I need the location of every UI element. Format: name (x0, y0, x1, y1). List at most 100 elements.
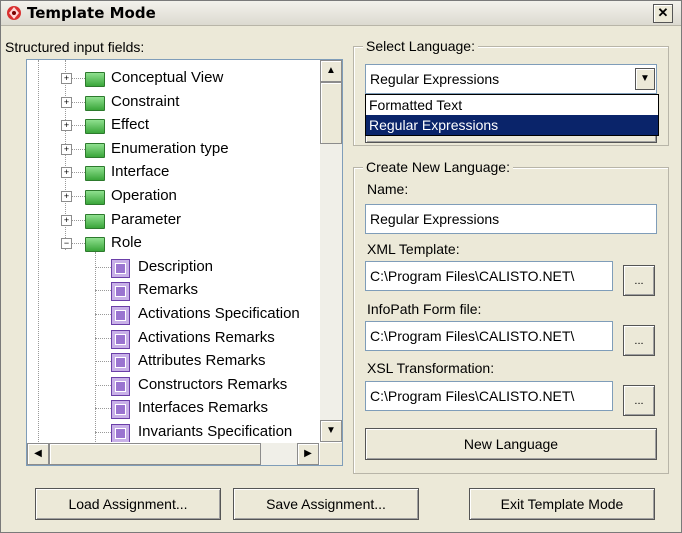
select-language-label: Select Language: (363, 38, 478, 54)
chevron-down-icon[interactable]: ▼ (635, 68, 655, 90)
folder-icon (85, 142, 105, 158)
structured-fields-label: Structured input fields: (5, 39, 145, 55)
tree-row[interactable]: Attributes Remarks (27, 351, 319, 373)
tree-item-label: Activations Specification (138, 305, 300, 322)
scroll-left-icon[interactable]: ◀ (27, 443, 49, 465)
language-dropdown-list[interactable]: Formatted Text Regular Expressions (365, 94, 659, 136)
field-doc-icon (111, 329, 130, 349)
name-field[interactable]: Regular Expressions (365, 204, 657, 234)
exit-template-mode-button[interactable]: Exit Template Mode (469, 488, 655, 520)
tree-row[interactable]: Interfaces Remarks (27, 398, 319, 420)
tree-row[interactable]: Invariants Specification (27, 422, 319, 442)
xml-template-field[interactable]: C:\Program Files\CALISTO.NET\ (365, 261, 613, 291)
tree-vertical-scrollbar[interactable]: ▲ ▼ (320, 60, 342, 442)
tree-guide-line (71, 148, 85, 150)
tree-item-label: Enumeration type (111, 139, 229, 157)
folder-icon (85, 72, 105, 87)
tree-item-label: Interfaces Remarks (138, 399, 269, 417)
tree-row[interactable]: + Operation (27, 186, 319, 208)
language-option-selected[interactable]: Regular Expressions (366, 115, 658, 135)
new-language-button[interactable]: New Language (365, 428, 657, 460)
name-label: Name: (367, 181, 409, 197)
scroll-corner (320, 443, 342, 465)
tree-item-label: Remarks (138, 281, 199, 299)
template-mode-window: Template Mode ✕ Structured input fields:… (0, 0, 682, 533)
title-bar: Template Mode ✕ (1, 1, 681, 26)
browse-xml-button[interactable]: ... (623, 265, 655, 296)
save-assignment-button[interactable]: Save Assignment... (233, 488, 419, 520)
tree-row[interactable]: Remarks (27, 280, 319, 302)
tree-row[interactable]: + Effect (27, 115, 319, 137)
tree-guide-line (95, 361, 111, 363)
tree-guide-line (95, 384, 111, 386)
scroll-up-icon[interactable]: ▲ (320, 60, 342, 82)
window-title: Template Mode (27, 4, 156, 22)
tree-item-label: Conceptual View (111, 69, 224, 86)
tree-row[interactable]: + Interface (27, 162, 319, 184)
tree-guide-line (95, 290, 111, 292)
field-doc-icon (111, 353, 130, 373)
tree-guide-line (95, 314, 111, 315)
tree-item-label: Constraint (111, 92, 180, 110)
language-option[interactable]: Formatted Text (366, 95, 658, 115)
load-assignment-button[interactable]: Load Assignment... (35, 488, 221, 520)
tree-row[interactable]: Description (27, 257, 319, 279)
tree-row[interactable]: Constructors Remarks (27, 375, 319, 397)
browse-xsl-button[interactable]: ... (623, 385, 655, 416)
tree-item-label: Effect (111, 116, 150, 134)
tree-horizontal-scrollbar[interactable]: ◀ ▶ (27, 443, 319, 465)
folder-icon (85, 95, 105, 111)
tree-item-label: Description (138, 257, 214, 275)
expand-icon[interactable]: + (61, 96, 72, 108)
tree-item-label: Activations Remarks (138, 328, 275, 346)
template-mode-app-icon (7, 6, 21, 20)
folder-icon (85, 190, 105, 205)
tree-guide-line (71, 78, 85, 79)
xsl-label: XSL Transformation: (367, 360, 495, 376)
infopath-field[interactable]: C:\Program Files\CALISTO.NET\ (365, 321, 613, 351)
tree-row[interactable]: − Role (27, 233, 319, 255)
tree-guide-line (71, 172, 85, 174)
tree-item-label: Role (111, 234, 142, 252)
tree-row[interactable]: Activations Specification (27, 304, 319, 326)
folder-icon (85, 119, 105, 135)
tree-guide-line (71, 101, 85, 103)
field-doc-icon (111, 258, 130, 278)
tree-row[interactable]: + Constraint (27, 92, 319, 114)
scroll-right-icon[interactable]: ▶ (297, 443, 319, 465)
tree-item-label: Parameter (111, 210, 182, 228)
scroll-down-icon[interactable]: ▼ (320, 420, 342, 442)
tree-item-label: Invariants Specification (138, 423, 293, 440)
collapse-icon[interactable]: − (61, 238, 72, 250)
tree-item-label: Constructors Remarks (138, 375, 288, 393)
horizontal-scroll-thumb[interactable] (49, 443, 261, 465)
close-button[interactable]: ✕ (653, 4, 673, 23)
field-doc-icon (111, 306, 130, 325)
language-combo[interactable]: Regular Expressions (365, 64, 657, 94)
vertical-scroll-thumb[interactable] (320, 82, 342, 144)
tree-row[interactable]: + Conceptual View (27, 68, 319, 90)
tree-guide-line (95, 337, 111, 339)
tree-content: + Conceptual View + Constraint + Effect + Enume… (27, 60, 319, 442)
xsl-field[interactable]: C:\Program Files\CALISTO.NET\ (365, 381, 613, 411)
tree-row[interactable]: + Parameter (27, 210, 319, 232)
folder-icon (85, 213, 105, 229)
browse-infopath-button[interactable]: ... (623, 325, 655, 356)
expand-icon[interactable]: + (61, 191, 72, 202)
expand-icon[interactable]: + (61, 73, 72, 84)
field-doc-icon (111, 282, 130, 302)
expand-icon[interactable]: + (61, 120, 72, 132)
expand-icon[interactable]: + (61, 214, 72, 226)
expand-icon[interactable]: + (61, 167, 72, 179)
tree-guide-line (95, 432, 111, 433)
tree-guide-line (71, 243, 85, 245)
xml-template-label: XML Template: (367, 241, 460, 257)
structured-fields-tree[interactable]: + Conceptual View + Constraint + Effect + Enume… (26, 59, 343, 466)
tree-item-label: Attributes Remarks (138, 352, 266, 370)
tree-row[interactable]: Activations Remarks (27, 328, 319, 350)
expand-icon[interactable]: + (61, 143, 72, 155)
tree-row[interactable]: + Enumeration type (27, 139, 319, 161)
folder-icon (85, 237, 105, 253)
tree-guide-line (71, 196, 85, 197)
field-doc-icon (111, 424, 130, 442)
